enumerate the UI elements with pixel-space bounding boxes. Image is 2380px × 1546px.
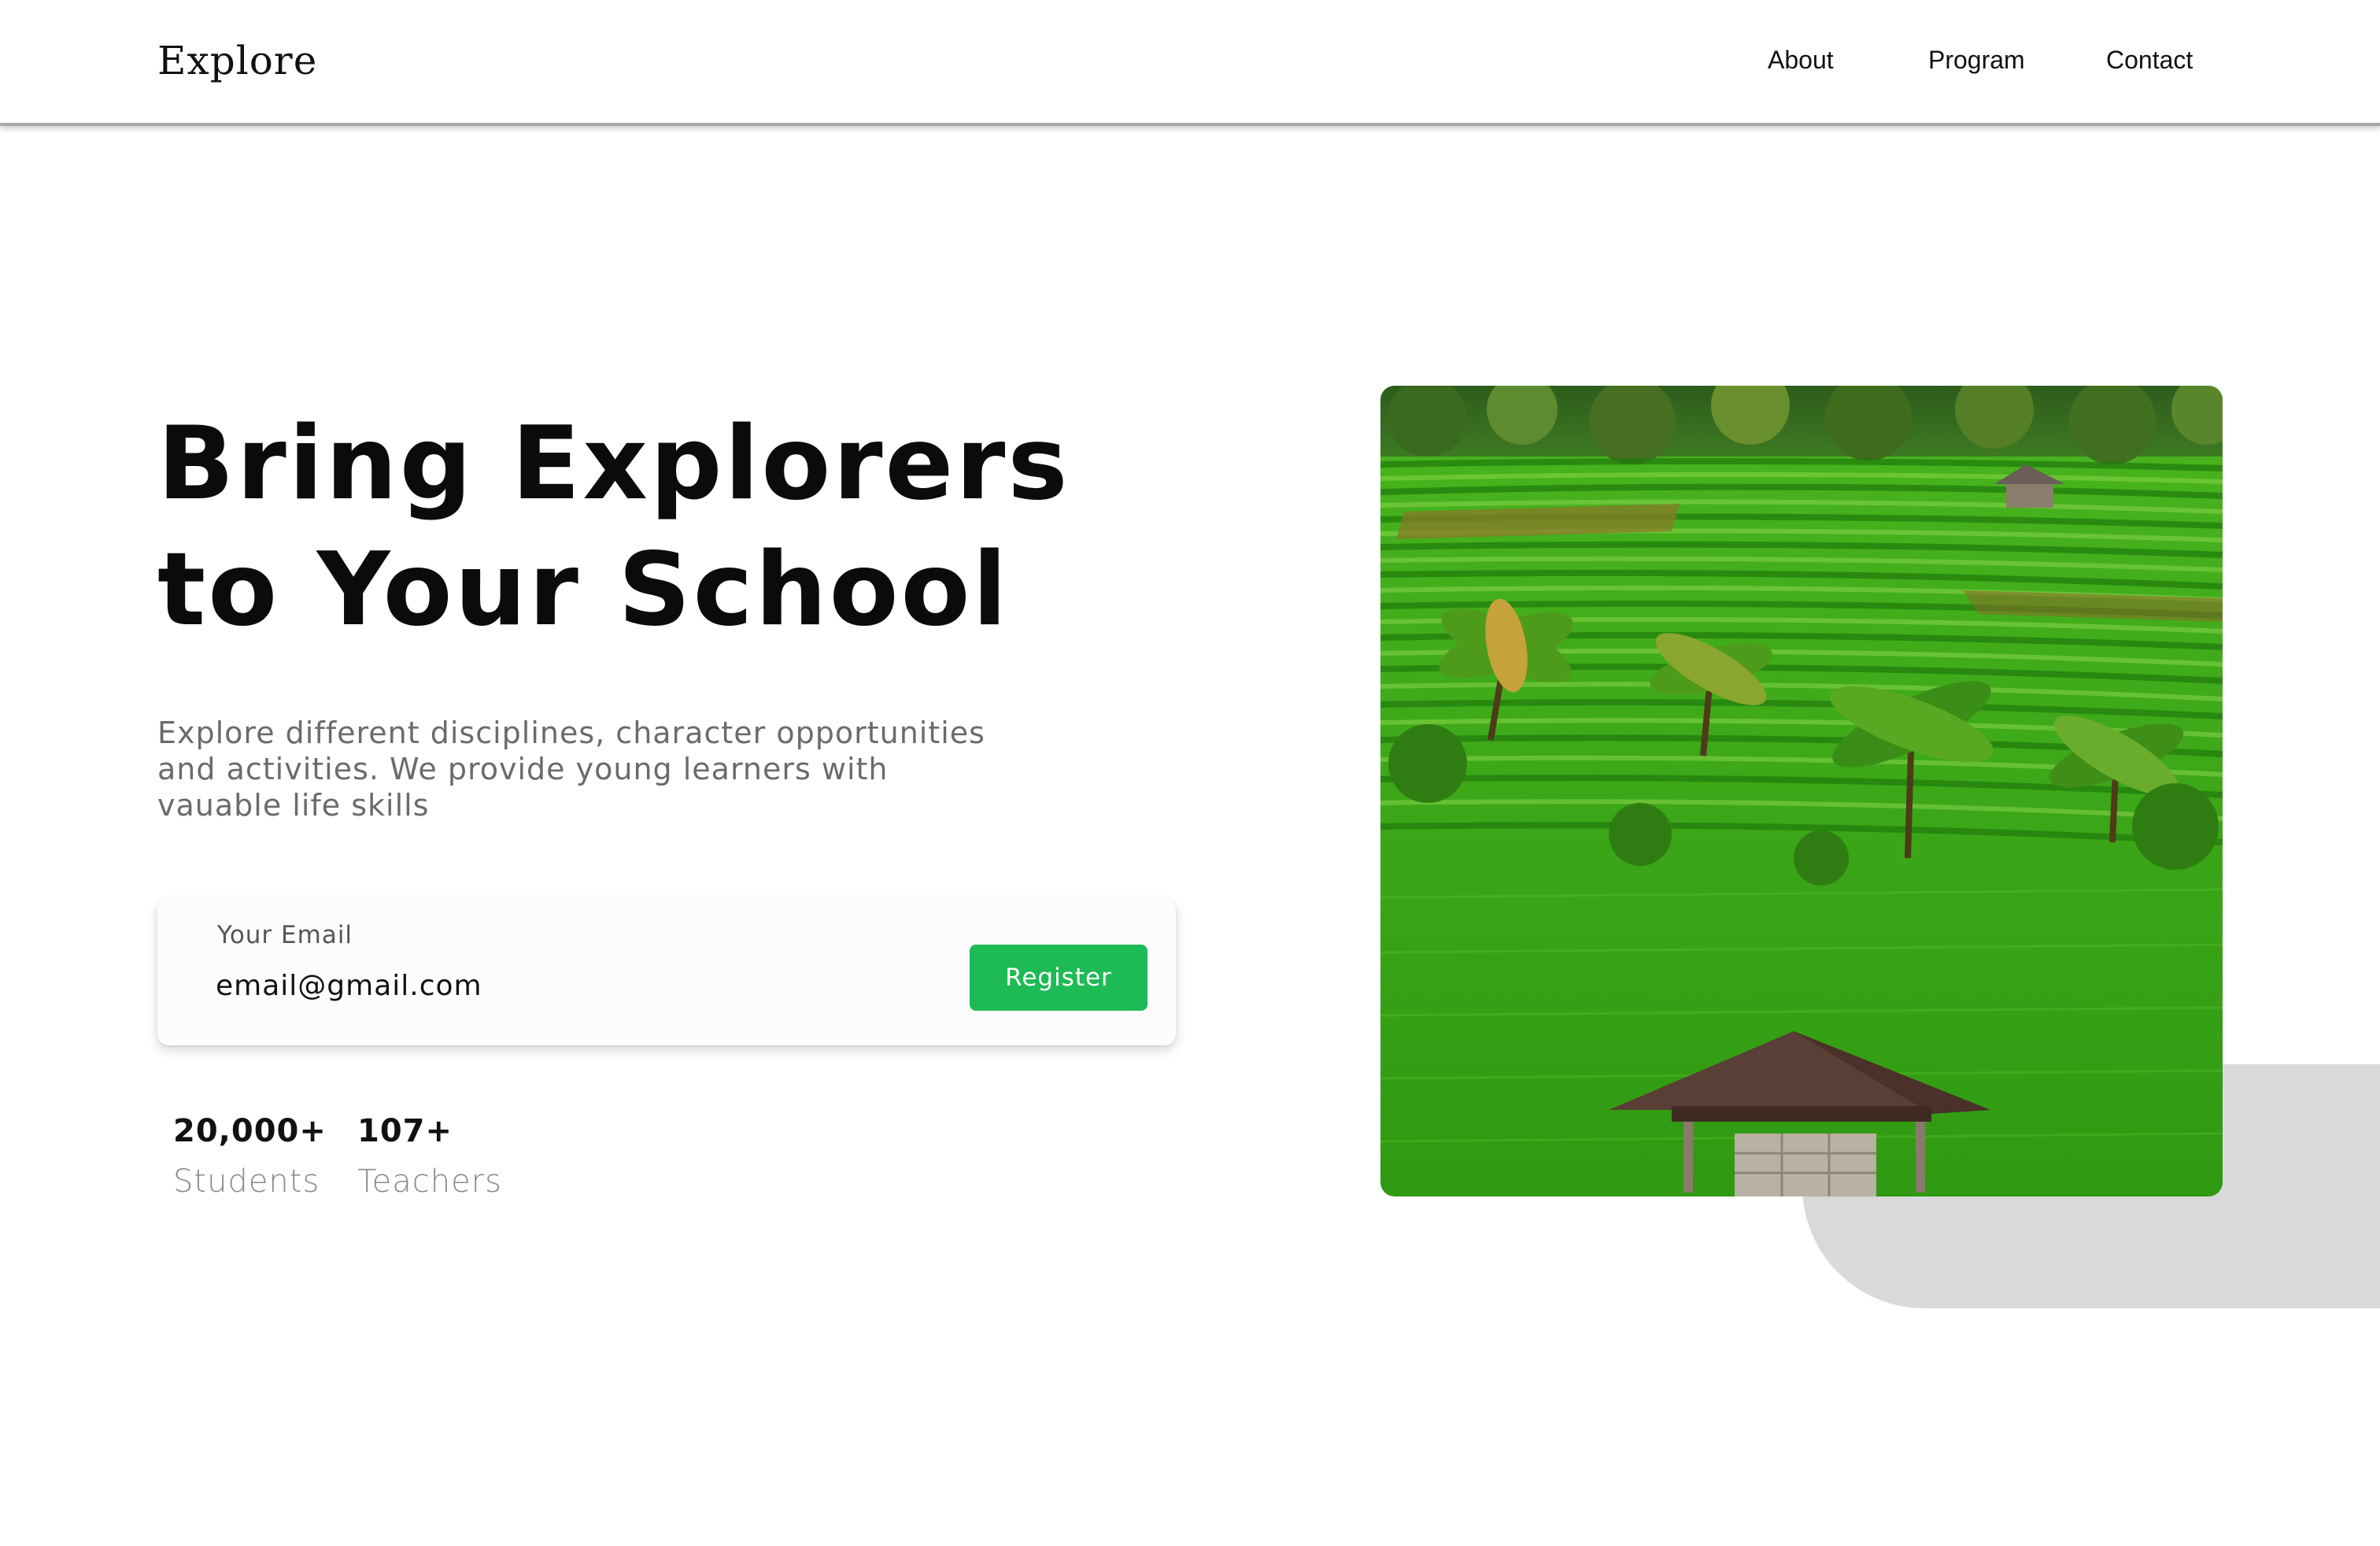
email-label: Your Email <box>217 921 353 949</box>
stat-teachers-label: Teachers <box>357 1163 502 1200</box>
nav-link-contact[interactable]: Contact <box>2106 46 2193 75</box>
hero-title: Bring Explorers to Your School <box>157 401 1102 653</box>
hero-image <box>1380 386 2223 1196</box>
signup-card: Your Email Register <box>157 899 1176 1045</box>
stat-students: 20,000+ Students <box>173 1113 327 1200</box>
hero-title-line-1: Bring Explorers <box>157 405 1070 523</box>
site-header: Explore About Program Contact <box>0 0 2380 126</box>
nav-link-about[interactable]: About <box>1768 46 1834 75</box>
stat-students-value: 20,000+ <box>173 1113 327 1149</box>
stat-teachers-value: 107+ <box>357 1113 453 1149</box>
hero-title-line-2: to Your School <box>157 531 1010 649</box>
stat-students-label: Students <box>173 1163 320 1200</box>
rice-terrace-illustration <box>1380 386 2223 1196</box>
landing-page: Explore About Program Contact Bring Expl… <box>0 0 2380 1546</box>
site-logo[interactable]: Explore <box>157 38 317 83</box>
email-input[interactable] <box>216 962 924 1009</box>
register-button[interactable]: Register <box>970 945 1148 1011</box>
hero-description: Explore different disciplines, character… <box>157 716 985 823</box>
nav-link-program[interactable]: Program <box>1928 46 2025 75</box>
stat-teachers: 107+ Teachers <box>357 1113 502 1200</box>
